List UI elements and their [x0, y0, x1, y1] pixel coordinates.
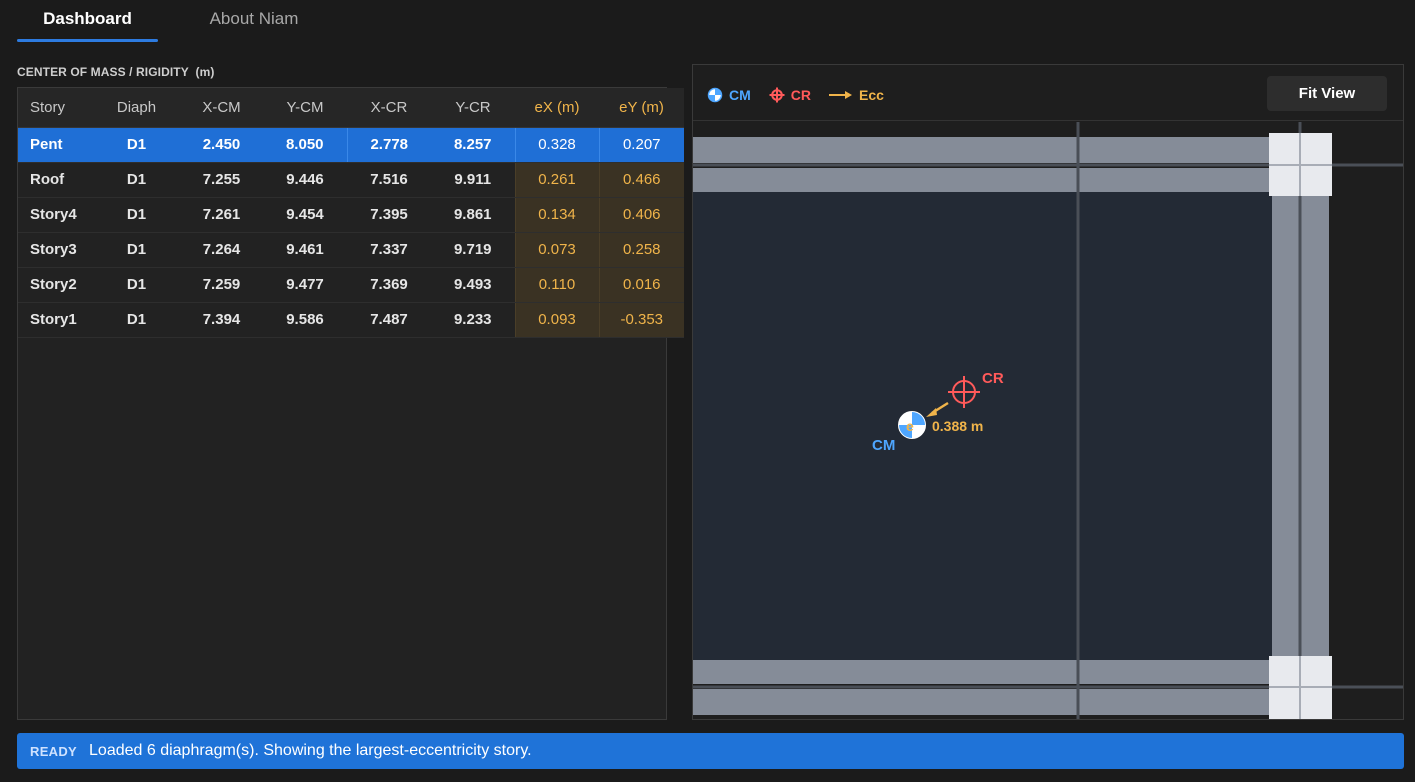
cell-x-cr: 2.778	[346, 127, 431, 163]
plan-toolbar: CM CR Ecc Fit View	[693, 65, 1403, 121]
tab-bar: Dashboard About Niam	[0, 0, 1415, 44]
beam-bottom-1	[693, 660, 1273, 684]
cell-diaph: D1	[93, 127, 180, 163]
cell-y-cm: 9.586	[263, 302, 347, 338]
legend-item-ecc: Ecc	[829, 87, 884, 103]
results-table-panel: Story Diaph X-CM Y-CM X-CR Y-CR eX (m) e…	[17, 87, 684, 720]
column-header-story[interactable]: Story	[18, 88, 93, 128]
plan-legend: CM CR Ecc	[707, 85, 902, 105]
cell-x-cr: 7.369	[347, 267, 431, 303]
cell-ex: 0.110	[514, 267, 599, 303]
cell-x-cm: 7.394	[180, 302, 263, 338]
column-header-x-cm[interactable]: X-CM	[180, 88, 263, 128]
cell-story: Story4	[18, 197, 93, 233]
arrow-right-icon	[829, 91, 853, 99]
cell-y-cm: 9.446	[263, 162, 347, 198]
cell-ex: 0.093	[514, 302, 599, 338]
legend-label-ecc: Ecc	[859, 87, 884, 103]
cell-x-cr: 7.487	[347, 302, 431, 338]
table-row[interactable]: Story4 D1 7.261 9.454 7.395 9.861 0.134 0.406	[18, 197, 684, 233]
cm-icon	[707, 87, 723, 103]
status-tag: READY	[30, 743, 78, 759]
table-row[interactable]: Pent D1 2.450 8.050 2.778 8.257 0.328 0.207	[18, 127, 684, 163]
cell-x-cr: 7.337	[347, 232, 431, 268]
cell-y-cr: 8.257	[431, 127, 515, 163]
status-bar: READY Loaded 6 diaphragm(s). Showing the…	[17, 733, 1404, 769]
cell-ey: -0.353	[598, 302, 684, 338]
cell-diaph: D1	[93, 232, 180, 268]
cell-story: Roof	[18, 162, 93, 198]
cell-x-cr: 7.516	[347, 162, 431, 198]
plan-canvas[interactable]: CR CM e 0.388 m	[693, 122, 1403, 719]
column-header-ey[interactable]: eY (m)	[599, 88, 684, 128]
cell-story: Pent	[18, 127, 93, 163]
cell-ex: 0.134	[514, 197, 599, 233]
cell-y-cm: 9.454	[263, 197, 347, 233]
cell-y-cr: 9.233	[431, 302, 515, 338]
eccentricity-value: 0.388 m	[932, 418, 983, 434]
cell-ey: 0.258	[598, 232, 684, 268]
beam-top-2	[693, 168, 1273, 192]
table-header-row: Story Diaph X-CM Y-CM X-CR Y-CR eX (m) e…	[18, 88, 684, 128]
cm-label: CM	[872, 437, 895, 454]
cell-ey: 0.466	[598, 162, 684, 198]
cell-y-cr: 9.719	[431, 232, 515, 268]
plan-view-panel: CM CR Ecc Fit View CR CM e 0.388 m	[692, 64, 1404, 720]
cell-diaph: D1	[93, 197, 180, 233]
cell-ey: 0.207	[598, 127, 684, 163]
column-header-diaph[interactable]: Diaph	[93, 88, 180, 128]
column-header-x-cr[interactable]: X-CR	[347, 88, 431, 128]
column-header-y-cr[interactable]: Y-CR	[431, 88, 515, 128]
table-row[interactable]: Story3 D1 7.264 9.461 7.337 9.719 0.073 0.258	[18, 232, 684, 268]
cell-diaph: D1	[93, 267, 180, 303]
cell-y-cm: 8.050	[263, 127, 347, 163]
cell-x-cm: 7.264	[180, 232, 263, 268]
cell-y-cm: 9.477	[263, 267, 347, 303]
cell-y-cm: 9.461	[263, 232, 347, 268]
legend-item-cm: CM	[707, 87, 751, 103]
cr-label: CR	[982, 370, 1004, 387]
legend-label-cm: CM	[729, 87, 751, 103]
cell-ex: 0.073	[514, 232, 599, 268]
results-table: Story Diaph X-CM Y-CM X-CR Y-CR eX (m) e…	[18, 88, 684, 338]
crosshair-icon	[769, 87, 785, 103]
tab-dashboard[interactable]: Dashboard	[17, 0, 158, 42]
table-row[interactable]: Roof D1 7.255 9.446 7.516 9.911 0.261 0.466	[18, 162, 684, 198]
cell-story: Story1	[18, 302, 93, 338]
beam-top-1	[693, 137, 1273, 163]
cell-story: Story3	[18, 232, 93, 268]
cell-ex: 0.261	[514, 162, 599, 198]
cell-y-cr: 9.493	[431, 267, 515, 303]
table-row[interactable]: Story1 D1 7.394 9.586 7.487 9.233 0.093 -0.353	[18, 302, 684, 338]
cell-y-cr: 9.861	[431, 197, 515, 233]
cell-story: Story2	[18, 267, 93, 303]
table-body: Pent D1 2.450 8.050 2.778 8.257 0.328 0.207 Roof…	[18, 127, 684, 338]
table-row[interactable]: Story2 D1 7.259 9.477 7.369 9.493 0.110 0.016	[18, 267, 684, 303]
cell-x-cm: 7.259	[180, 267, 263, 303]
beam-bottom-2	[693, 689, 1273, 715]
cell-x-cr: 7.395	[347, 197, 431, 233]
eccentricity-symbol: e	[906, 418, 914, 434]
cell-diaph: D1	[93, 302, 180, 338]
cell-ex: 0.328	[514, 127, 599, 163]
cell-x-cm: 7.261	[180, 197, 263, 233]
legend-label-cr: CR	[790, 87, 812, 103]
cell-x-cm: 7.255	[180, 162, 263, 198]
column-header-y-cm[interactable]: Y-CM	[263, 88, 347, 128]
column-header-ex[interactable]: eX (m)	[515, 88, 599, 128]
section-title: CENTER OF MASS / RIGIDITY (m)	[17, 65, 215, 79]
fit-view-button[interactable]: Fit View	[1267, 76, 1387, 111]
tab-about-niam[interactable]: About Niam	[186, 0, 322, 42]
cell-x-cm: 2.450	[180, 127, 263, 163]
status-message: Loaded 6 diaphragm(s). Showing the large…	[89, 742, 532, 759]
cell-ey: 0.406	[598, 197, 684, 233]
cell-y-cr: 9.911	[431, 162, 515, 198]
cell-diaph: D1	[93, 162, 180, 198]
legend-item-cr: CR	[769, 87, 811, 103]
plan-drawing: CR CM e 0.388 m	[693, 122, 1403, 719]
cell-ey: 0.016	[598, 267, 684, 303]
